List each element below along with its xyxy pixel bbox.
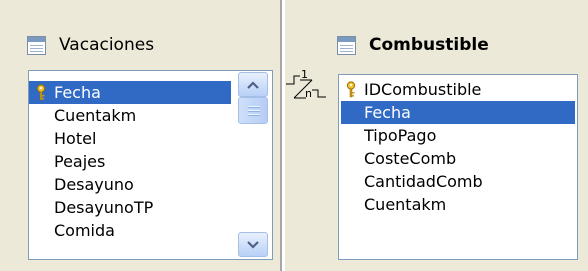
field-item-tipopago[interactable]: TipoPago <box>339 124 575 147</box>
field-item-cuentakm[interactable]: Cuentakm <box>339 193 575 216</box>
right-table-titlebar[interactable]: Combustible <box>337 35 489 55</box>
left-table-title: Vacaciones <box>59 35 155 55</box>
scroll-thumb[interactable] <box>238 97 268 124</box>
field-item-cantidadcomb[interactable]: CantidadComb <box>339 170 575 193</box>
field-item-cuentakm[interactable]: Cuentakm <box>29 104 231 127</box>
field-item-idcombustible[interactable]: IDCombustible <box>339 78 575 101</box>
right-field-list[interactable]: IDCombustible Fecha TipoPago CosteComb C… <box>338 74 578 260</box>
field-item-desayuno[interactable]: Desayuno <box>29 173 231 196</box>
field-item-desayunotp[interactable]: DesayunoTP <box>29 196 231 219</box>
relation-one-label: 1 <box>301 68 308 81</box>
left-field-list[interactable]: Fecha Cuentakm Hotel Peajes Desayuno Des… <box>28 70 273 260</box>
chevron-down-icon <box>247 240 259 249</box>
field-item-fecha[interactable]: Fecha <box>29 81 231 104</box>
field-item-hotel[interactable]: Hotel <box>29 127 231 150</box>
field-label: Cuentakm <box>54 106 137 125</box>
chevron-up-icon <box>247 80 259 89</box>
field-label: DesayunoTP <box>54 198 154 217</box>
table-icon <box>337 35 356 55</box>
field-item-fecha[interactable]: Fecha <box>341 101 575 124</box>
relationship-line[interactable]: 1 n <box>286 66 340 112</box>
scroll-up-button[interactable] <box>238 72 268 97</box>
vertical-scrollbar[interactable] <box>234 71 272 259</box>
field-label: Fecha <box>54 83 101 102</box>
scroll-down-button[interactable] <box>238 232 268 257</box>
field-label: Desayuno <box>54 175 134 194</box>
separator-highlight <box>282 0 285 271</box>
field-label: Cuentakm <box>364 195 447 214</box>
field-item-peajes[interactable]: Peajes <box>29 150 231 173</box>
field-label: Peajes <box>54 152 106 171</box>
relation-many-label: n <box>305 87 312 100</box>
left-table-titlebar[interactable]: Vacaciones <box>27 35 154 55</box>
field-label: TipoPago <box>364 126 437 145</box>
field-item-comida[interactable]: Comida <box>29 219 231 242</box>
field-label: Hotel <box>54 129 97 148</box>
field-label: Fecha <box>364 103 411 122</box>
field-item-costecomb[interactable]: CosteComb <box>339 147 575 170</box>
right-table-title: Combustible <box>369 35 489 55</box>
field-label: CosteComb <box>364 149 457 168</box>
field-label: IDCombustible <box>364 80 482 99</box>
key-icon <box>36 84 46 101</box>
table-icon <box>27 35 46 55</box>
field-label: Comida <box>54 221 115 240</box>
key-icon <box>346 81 356 98</box>
field-label: CantidadComb <box>364 172 483 191</box>
